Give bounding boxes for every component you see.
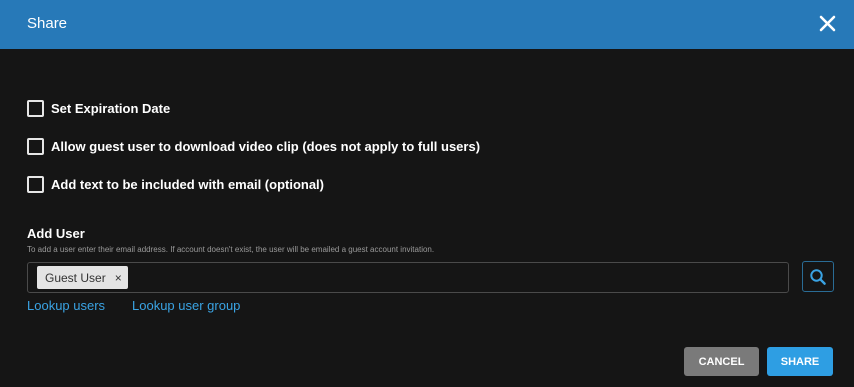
- allow-download-label: Allow guest user to download video clip …: [51, 138, 481, 154]
- remove-chip-icon[interactable]: ×: [115, 271, 122, 285]
- add-user-input[interactable]: Guest User ×: [27, 262, 789, 293]
- share-button[interactable]: SHARE: [767, 347, 833, 376]
- allow-download-checkbox[interactable]: [27, 137, 44, 155]
- user-chip: Guest User ×: [37, 266, 128, 289]
- add-user-title: Add User: [27, 226, 85, 241]
- set-expiration-date-checkbox[interactable]: [27, 99, 44, 117]
- dialog-title: Share: [27, 15, 68, 32]
- lookup-user-group-link[interactable]: Lookup user group: [132, 298, 240, 313]
- search-icon: [810, 268, 826, 285]
- close-icon[interactable]: [819, 15, 836, 32]
- add-email-text-checkbox[interactable]: [27, 175, 44, 193]
- add-email-text-option[interactable]: Add text to be included with email (opti…: [27, 175, 324, 193]
- search-button[interactable]: [802, 261, 834, 292]
- add-user-helper-text: To add a user enter their email address.…: [27, 245, 435, 254]
- lookup-users-link[interactable]: Lookup users: [27, 298, 105, 313]
- allow-download-option[interactable]: Allow guest user to download video clip …: [27, 137, 480, 155]
- add-email-text-label: Add text to be included with email (opti…: [51, 176, 324, 192]
- user-chip-label: Guest User: [45, 270, 106, 285]
- dialog-header: Share: [0, 0, 854, 49]
- set-expiration-date-option[interactable]: Set Expiration Date: [27, 99, 170, 117]
- cancel-button[interactable]: CANCEL: [684, 347, 759, 376]
- set-expiration-date-label: Set Expiration Date: [51, 100, 171, 116]
